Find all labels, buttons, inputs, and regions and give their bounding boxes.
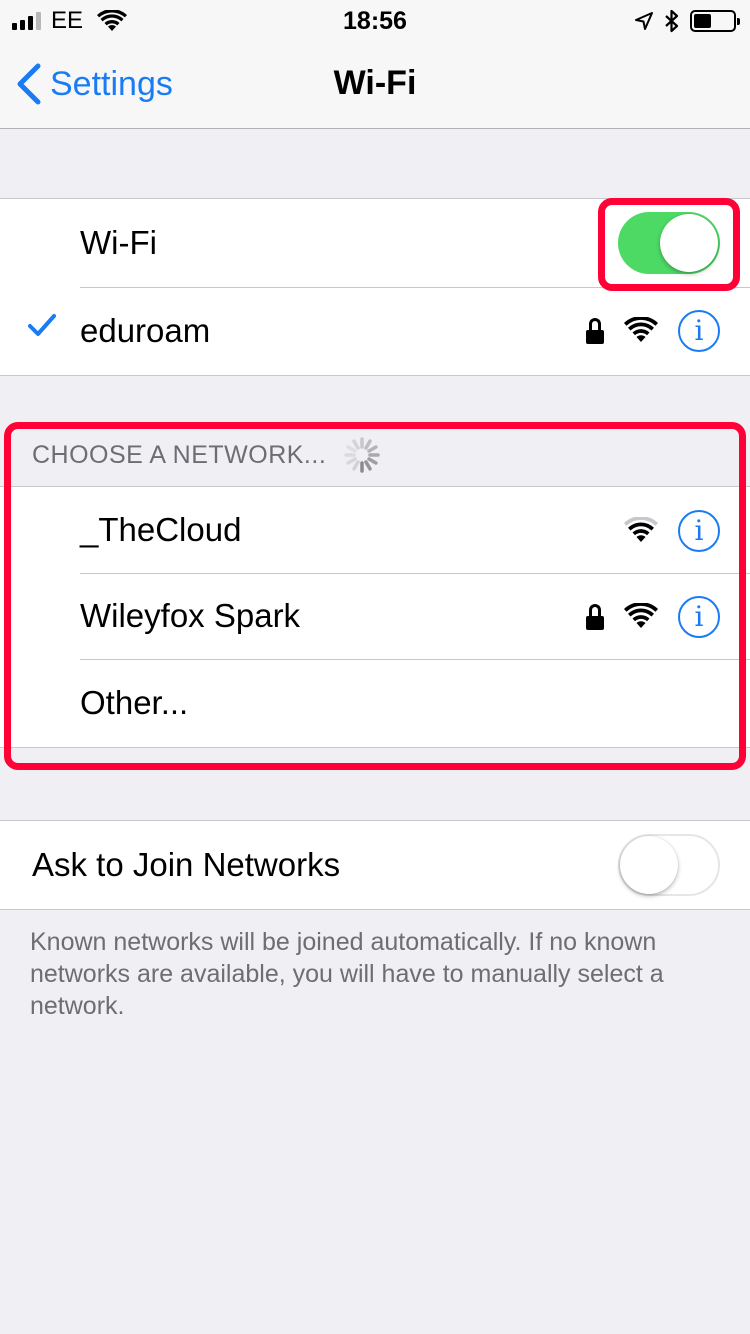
wifi-full-icon <box>624 317 658 342</box>
navigation-bar: Settings Wi-Fi <box>0 40 750 129</box>
network-row[interactable]: _TheCloud i <box>0 487 750 573</box>
network-name: Wileyfox Spark <box>80 597 301 634</box>
wifi-toggle-row: Wi-Fi <box>0 199 750 287</box>
connected-network-row[interactable]: eduroam i <box>0 287 750 375</box>
loading-spinner-icon <box>344 437 381 473</box>
lock-icon <box>586 318 604 344</box>
networks-group: _TheCloud i Wileyfox Spark i Other... <box>0 486 750 748</box>
switch-knob <box>620 836 678 894</box>
ask-to-join-group: Ask to Join Networks <box>0 820 750 910</box>
lock-icon <box>586 604 604 630</box>
info-button[interactable]: i <box>678 510 720 552</box>
location-arrow-icon <box>635 12 653 30</box>
section-header-label: CHOOSE A NETWORK... <box>32 440 327 469</box>
other-network-row[interactable]: Other... <box>0 659 750 747</box>
wifi-medium-icon <box>624 517 658 542</box>
network-name: _TheCloud <box>80 511 242 548</box>
wifi-switch[interactable] <box>618 212 720 274</box>
status-bar: EE 18:56 <box>0 0 750 40</box>
wifi-label: Wi-Fi <box>80 224 157 261</box>
choose-network-header: CHOOSE A NETWORK... <box>32 437 382 473</box>
info-button[interactable]: i <box>678 596 720 638</box>
wifi-full-icon <box>624 603 658 628</box>
switch-knob <box>660 214 718 272</box>
info-button[interactable]: i <box>678 310 720 352</box>
checkmark-icon <box>28 314 56 336</box>
other-network-label: Other... <box>80 684 189 721</box>
battery-level <box>694 14 712 28</box>
ask-to-join-switch[interactable] <box>618 834 720 896</box>
network-row[interactable]: Wileyfox Spark i <box>0 573 750 659</box>
page-title: Wi-Fi <box>333 64 417 102</box>
bluetooth-icon <box>665 9 679 33</box>
battery-icon <box>690 10 740 32</box>
status-right <box>634 8 740 34</box>
wifi-group: Wi-Fi eduroam i <box>0 198 750 376</box>
ask-to-join-row: Ask to Join Networks <box>0 821 750 909</box>
connected-network-name: eduroam <box>80 312 211 349</box>
ask-to-join-footer: Known networks will be joined automatica… <box>30 928 664 1020</box>
ask-to-join-label: Ask to Join Networks <box>32 846 341 883</box>
